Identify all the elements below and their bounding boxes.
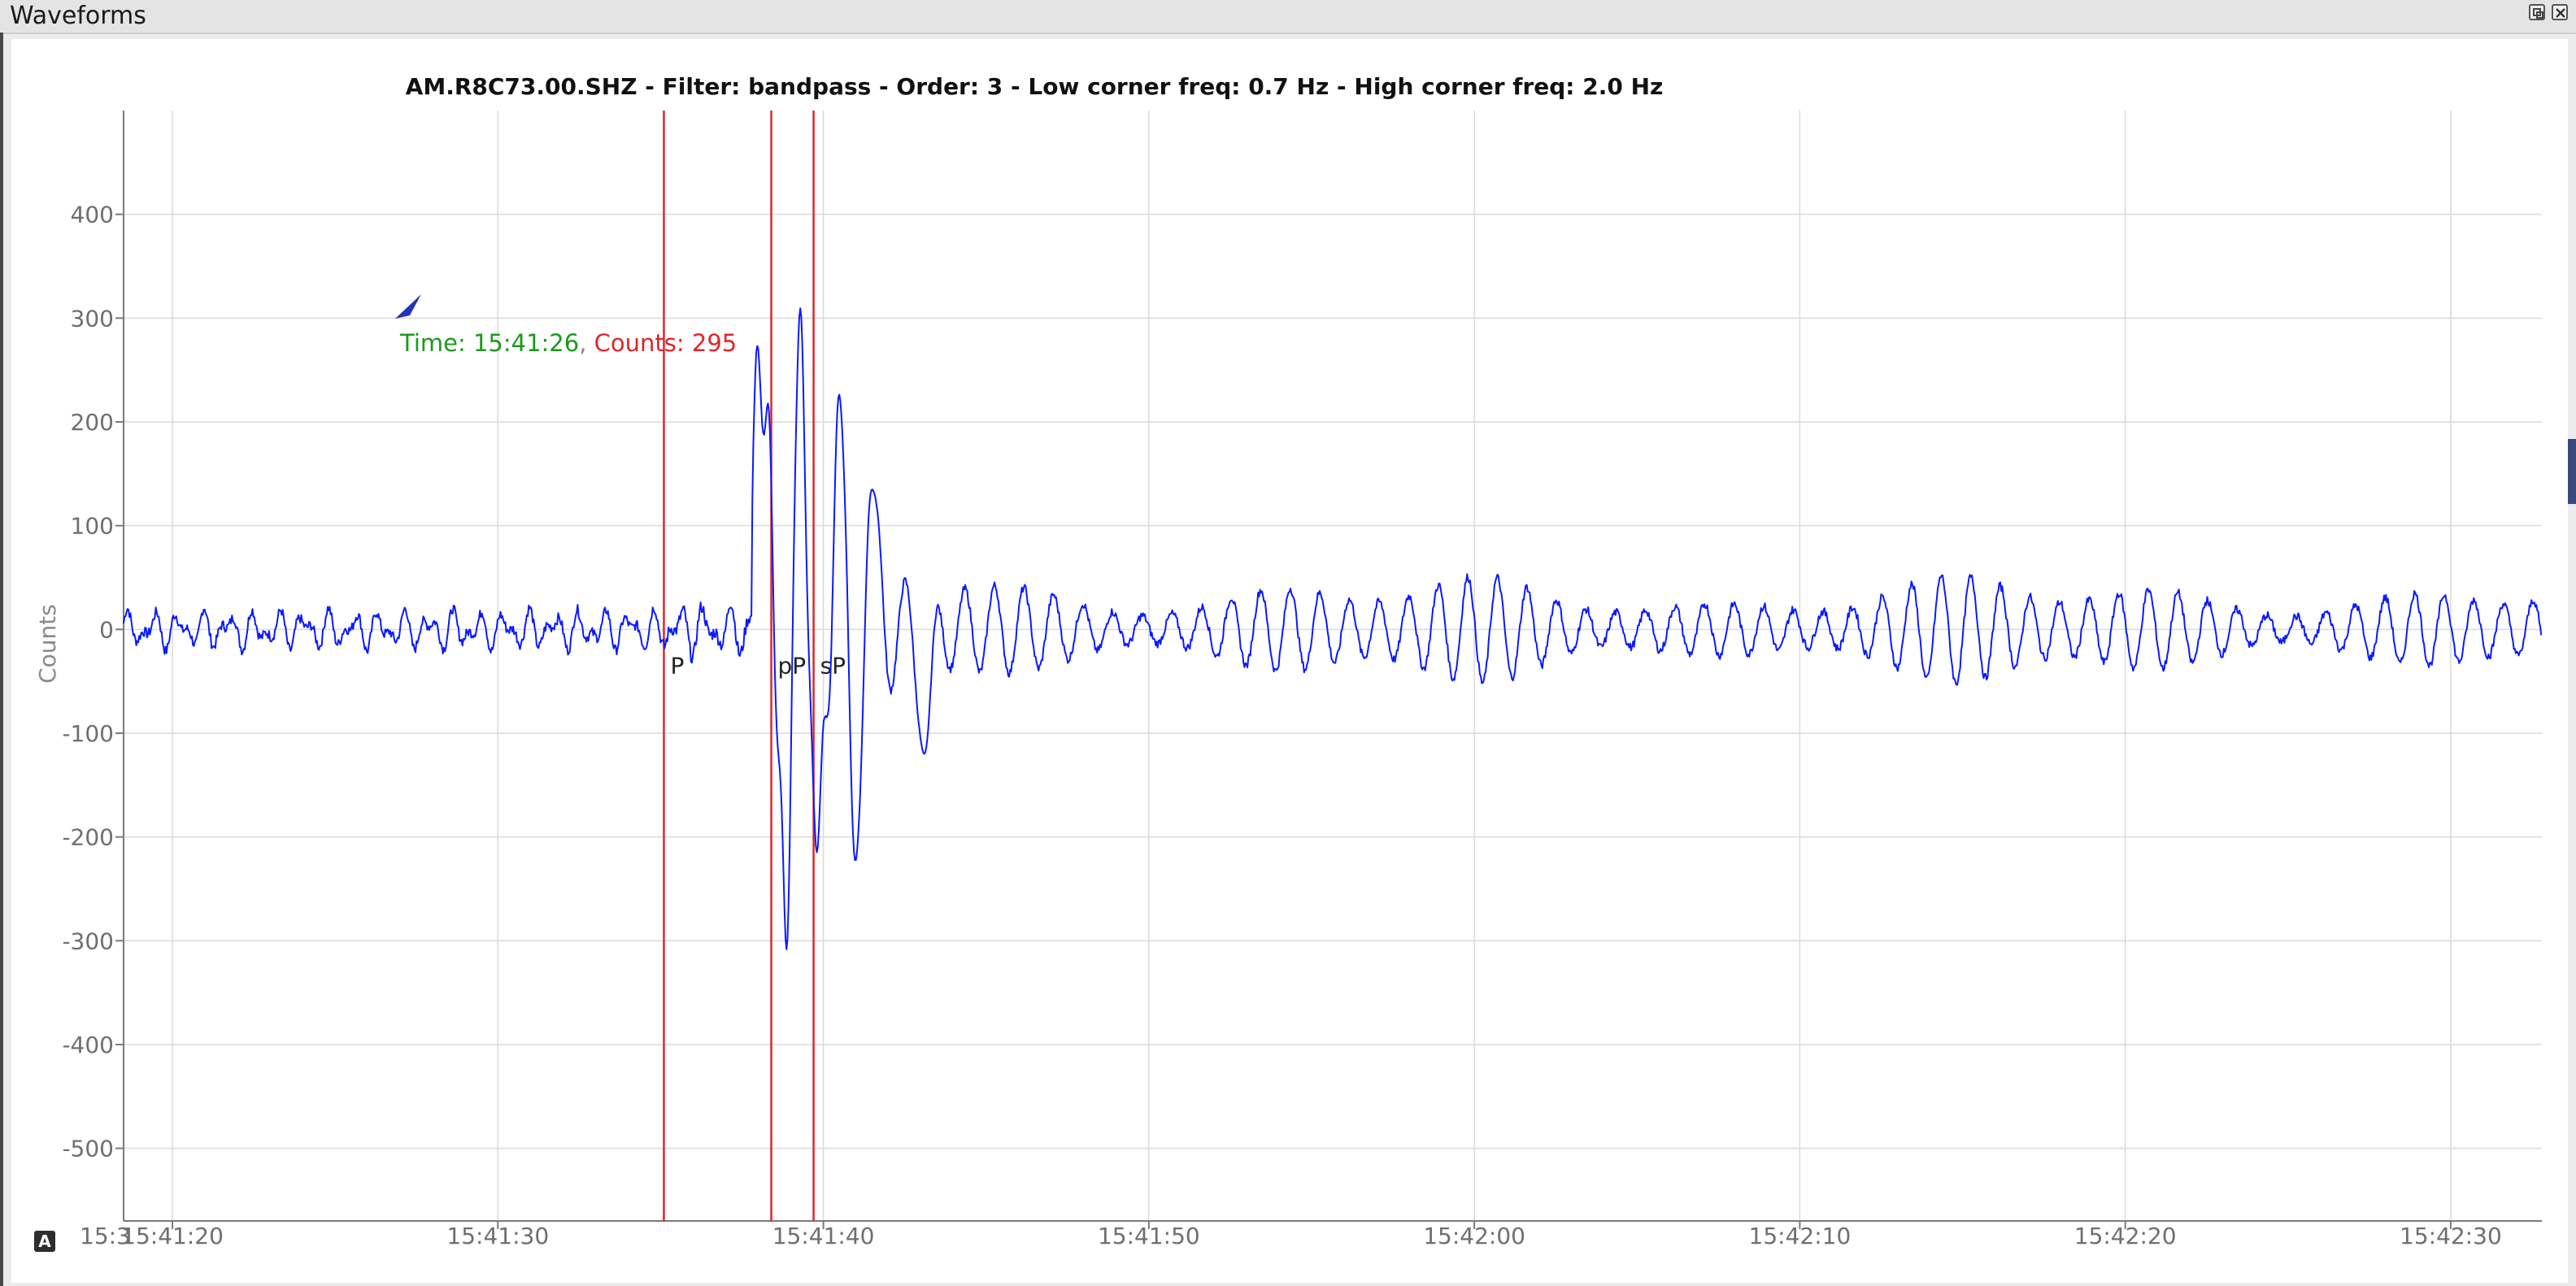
x-tick-label: 15:42:20: [2074, 1223, 2177, 1249]
x-tick-label: 15:42:10: [1749, 1223, 1852, 1249]
x-tick-label: 15:41:30: [446, 1223, 549, 1249]
y-tick-label: -500: [62, 1136, 114, 1162]
x-tick-label: 15:42:30: [2400, 1223, 2502, 1249]
x-tick-labels: 15:41:20 15:41:30 15:41:40 15:41:50 15:42:00…: [121, 1221, 2502, 1249]
x-tick-label: 15:41:50: [1098, 1223, 1200, 1249]
autoscale-icon[interactable]: A: [34, 1231, 55, 1252]
waveform-chart[interactable]: AM.R8C73.00.SHZ - Filter: bandpass - Ord…: [0, 0, 2576, 1286]
axes: [123, 111, 2542, 1222]
y-tick-label: -100: [62, 720, 114, 747]
x-tick-label: 15:41:20: [121, 1223, 224, 1249]
pick-label-sP: sP: [820, 652, 846, 679]
y-tick-label: 0: [99, 616, 114, 643]
pick-label-P: P: [670, 652, 684, 679]
y-axis-label: Counts: [34, 604, 61, 684]
y-tick-label: 300: [71, 305, 114, 332]
y-tick-label: -400: [62, 1032, 114, 1058]
y-tick-label: 100: [71, 513, 114, 540]
cursor-arrow-icon: [395, 294, 421, 319]
x-tick-label-clipped: 15:3: [80, 1223, 131, 1249]
x-tick-label: 15:41:40: [772, 1223, 875, 1249]
svg-text:Time: 15:41:26, Counts: 295: Time: 15:41:26, Counts: 295: [399, 329, 737, 357]
cursor-counts-readout: Counts: 295: [594, 329, 738, 357]
x-tick-label: 15:42:00: [1423, 1223, 1525, 1249]
waveform-trace: [123, 307, 2543, 950]
y-tick-label: 200: [71, 409, 114, 436]
cursor-time-readout: Time: 15:41:26: [399, 329, 579, 357]
y-tick-label: 400: [71, 202, 114, 228]
y-tick-label: -300: [62, 928, 114, 954]
y-tick-label: -200: [62, 824, 114, 851]
cursor-marker: Time: 15:41:26, Counts: 295: [395, 294, 737, 357]
phase-picks[interactable]: PpP sP: [663, 111, 846, 1221]
chart-title: AM.R8C73.00.SHZ - Filter: bandpass - Ord…: [406, 73, 1664, 100]
y-tick-labels: 400 300 200 100 0 -100 -200 -300 -400 -500: [62, 202, 124, 1162]
grid-lines: [124, 111, 2542, 1221]
